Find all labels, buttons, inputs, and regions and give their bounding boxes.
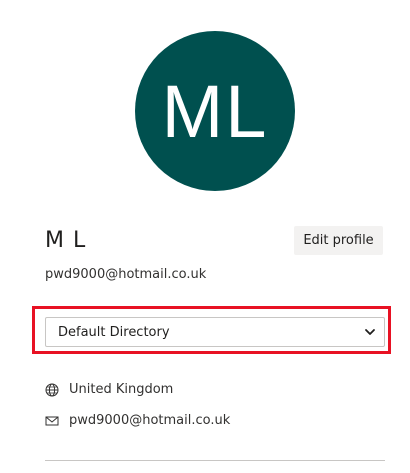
profile-display-name: M L [45, 228, 87, 253]
directory-select-value: Default Directory [58, 324, 170, 340]
country-text: United Kingdom [69, 382, 174, 397]
email-row: pwd9000@hotmail.co.uk [45, 413, 230, 428]
avatar: ML [135, 31, 295, 191]
avatar-initials: ML [161, 69, 269, 153]
contact-email-text: pwd9000@hotmail.co.uk [69, 413, 231, 428]
mail-icon [45, 414, 59, 428]
chevron-down-icon [364, 326, 376, 338]
directory-select[interactable]: Default Directory [45, 317, 385, 347]
profile-email: pwd9000@hotmail.co.uk [45, 267, 207, 282]
edit-profile-button[interactable]: Edit profile [294, 226, 383, 255]
section-divider [45, 460, 385, 461]
country-row: United Kingdom [45, 382, 173, 397]
globe-icon [45, 383, 59, 397]
